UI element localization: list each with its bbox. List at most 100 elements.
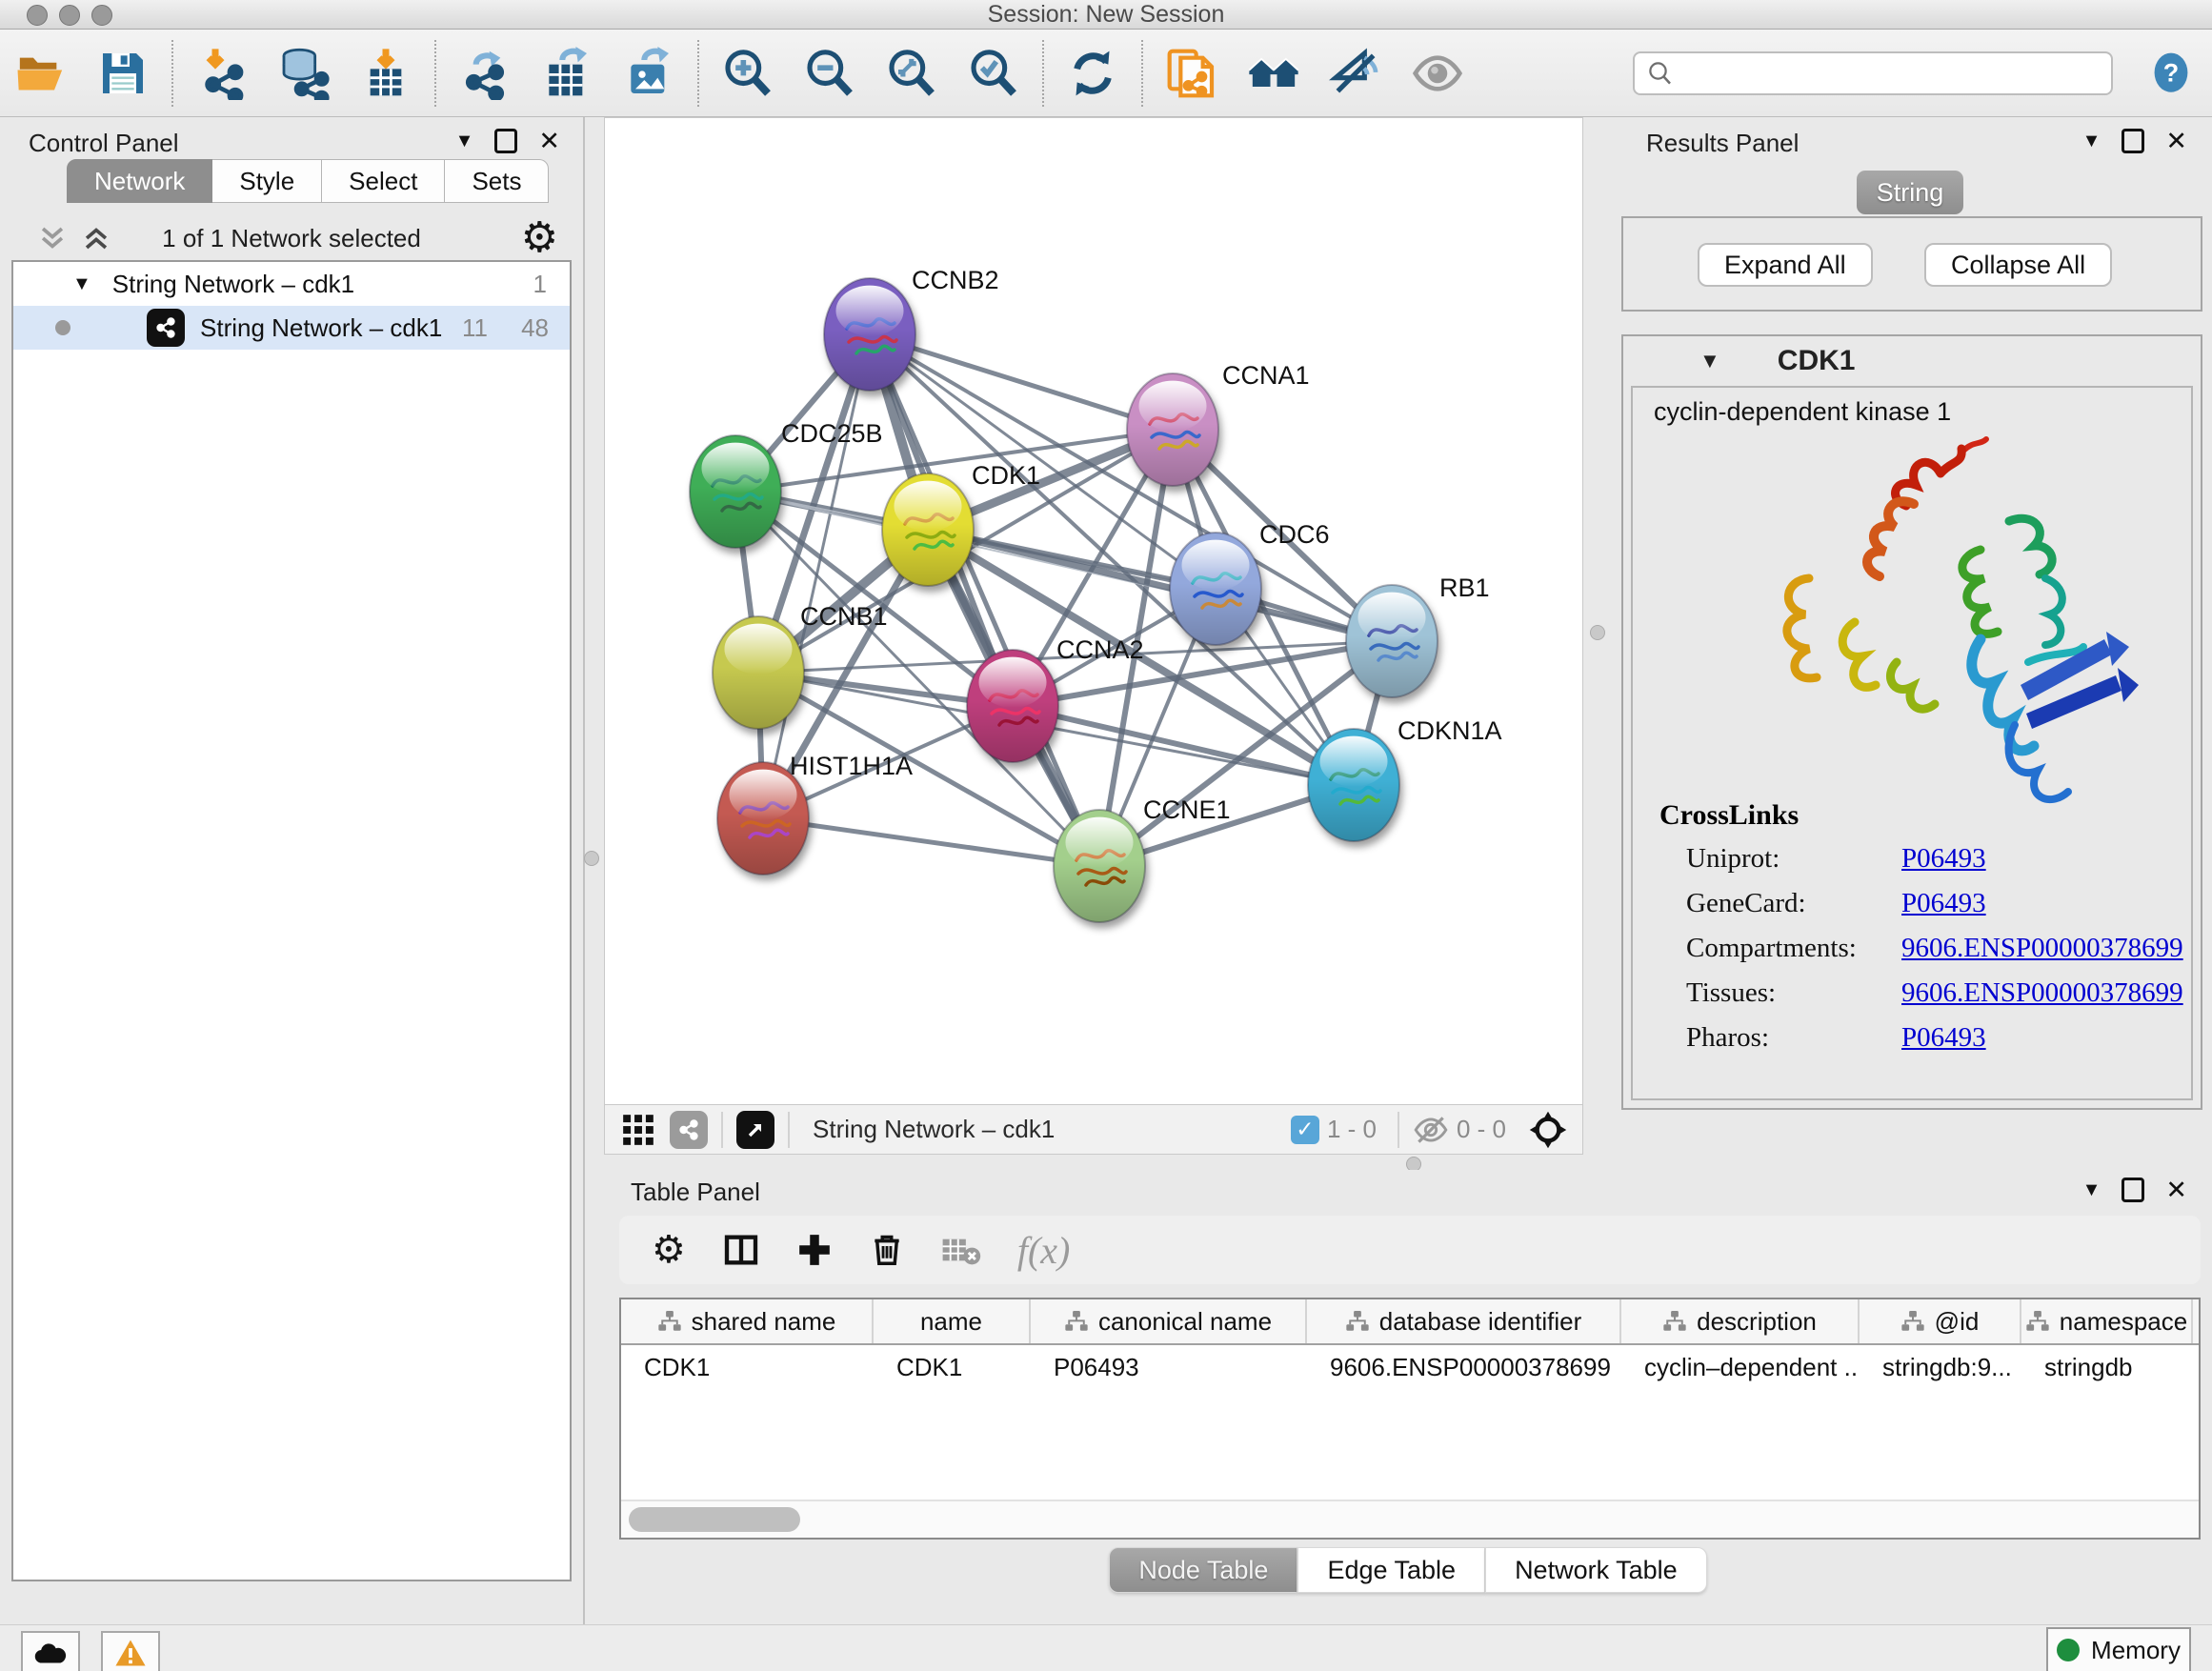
network-collection-row[interactable]: ▼ String Network – cdk1 1 [13,262,570,306]
column-header-canonical-name[interactable]: canonical name [1031,1299,1307,1343]
zoom-fit-button[interactable] [871,35,953,111]
network-canvas[interactable]: CCNB2CCNA1CDC25BCDK1CDC6RB1CCNB1CCNA2CDK… [604,117,1583,1105]
import-table-button[interactable] [345,35,427,111]
network-graph[interactable]: CCNB2CCNA1CDC25BCDK1CDC6RB1CCNB1CCNA2CDK… [605,118,1582,1104]
scrollbar-thumb[interactable] [629,1507,800,1532]
table-cell[interactable]: stringdb:9... [1860,1345,2021,1389]
network-row-selected[interactable]: String Network – cdk1 11 48 [13,306,570,350]
network-node-ccnb2[interactable] [824,278,915,391]
apply-style-refresh-button[interactable] [1052,35,1134,111]
network-options-gear-icon[interactable]: ⚙ [521,217,558,259]
export-table-button[interactable] [526,35,608,111]
tab-node-table[interactable]: Node Table [1109,1547,1297,1593]
network-node-cdkn1a[interactable] [1308,729,1399,841]
delete-column-icon[interactable] [869,1232,905,1268]
table-panel-close-icon[interactable]: ✕ [2165,1180,2187,1199]
memory-button[interactable]: Memory [2046,1627,2191,1671]
table-panel-float-icon[interactable] [2122,1178,2144,1202]
table-cell[interactable]: CDK1 [621,1345,874,1389]
table-row[interactable]: CDK1CDK1P064939606.ENSP00000378699cyclin… [621,1345,2199,1389]
string-home-button[interactable] [1233,35,1315,111]
open-session-button[interactable] [0,35,82,111]
table-panel-menu-icon[interactable]: ▼ [2082,1179,2101,1201]
crosshair-icon[interactable] [1527,1109,1569,1151]
network-node-ccna1[interactable] [1127,373,1218,486]
column-header-shared-name[interactable]: shared name [621,1299,874,1343]
right-splitter-handle[interactable] [1590,625,1605,640]
control-panel-close-icon[interactable]: ✕ [538,131,560,151]
network-view-mode-icon[interactable] [670,1111,708,1149]
table-cell[interactable]: cyclin–dependent ... [1621,1345,1860,1389]
tab-style[interactable]: Style [212,159,322,203]
network-node-cdc6[interactable] [1170,533,1261,645]
results-panel-menu-icon[interactable]: ▼ [2082,131,2101,152]
crosslink-value-link[interactable]: P06493 [1901,1022,1986,1054]
column-header-name[interactable]: name [874,1299,1031,1343]
network-edge[interactable] [870,334,1173,430]
results-panel-float-icon[interactable] [2122,129,2144,153]
tab-network-table[interactable]: Network Table [1485,1547,1707,1593]
column-header--id[interactable]: @id [1860,1299,2021,1343]
table-options-gear-icon[interactable]: ⚙ [652,1229,686,1271]
crosslink-value-link[interactable]: 9606.ENSP00000378699 [1901,977,2183,1009]
network-edge[interactable] [1013,706,1354,785]
zoom-in-button[interactable] [707,35,789,111]
string-import-button[interactable] [1151,35,1233,111]
expand-all-button[interactable]: Expand All [1698,243,1873,287]
table-cell[interactable]: 9606.ENSP00000378699 [1307,1345,1621,1389]
control-panel-menu-icon[interactable]: ▼ [455,131,474,152]
selected-checkbox-icon[interactable]: ✓ [1291,1116,1319,1144]
help-button[interactable]: ? [2147,44,2195,103]
warnings-button[interactable] [101,1631,160,1671]
show-columns-icon[interactable] [722,1231,760,1269]
tab-string[interactable]: String [1857,171,1963,214]
node-table[interactable]: shared namenamecanonical namedatabase id… [619,1298,2201,1540]
network-node-rb1[interactable] [1346,585,1438,697]
crosslink-value-link[interactable]: P06493 [1901,888,1986,919]
search-box[interactable] [1633,51,2113,95]
function-builder-icon[interactable]: f(x) [1017,1228,1071,1273]
network-node-ccnb1[interactable] [713,616,804,729]
table-cell[interactable]: CDK1 [874,1345,1031,1389]
tab-sets[interactable]: Sets [445,159,549,203]
hide-unselected-button[interactable] [1315,35,1397,111]
tab-network[interactable]: Network [67,159,212,203]
network-edge[interactable] [870,334,1099,866]
crosslink-value-link[interactable]: 9606.ENSP00000378699 [1901,933,2183,964]
add-column-icon[interactable] [796,1232,833,1268]
grid-mode-icon[interactable] [620,1112,656,1148]
birds-eye-view-icon[interactable] [736,1111,774,1149]
network-edge[interactable] [763,818,1099,866]
save-session-button[interactable] [82,35,164,111]
search-input[interactable] [1682,56,2111,91]
column-header-description[interactable]: description [1621,1299,1860,1343]
column-header-namespace[interactable]: namespace [2021,1299,2193,1343]
show-all-button[interactable] [1397,35,1478,111]
network-node-cdc25b[interactable] [690,435,781,548]
gene-caret-icon[interactable]: ▼ [1699,349,1720,373]
delete-table-icon[interactable] [941,1230,981,1270]
import-network-from-database-button[interactable] [263,35,345,111]
column-header-database-identifier[interactable]: database identifier [1307,1299,1621,1343]
left-splitter-handle[interactable] [584,851,599,866]
export-image-button[interactable] [608,35,690,111]
network-node-ccna2[interactable] [967,650,1058,762]
import-network-button[interactable] [181,35,263,111]
table-cell[interactable]: stringdb [2021,1345,2193,1389]
tab-edge-table[interactable]: Edge Table [1297,1547,1485,1593]
export-network-button[interactable] [444,35,526,111]
network-node-ccne1[interactable] [1054,810,1145,922]
network-node-cdk1[interactable] [882,473,974,586]
results-panel-close-icon[interactable]: ✕ [2165,131,2187,151]
crosslink-value-link[interactable]: P06493 [1901,843,1986,875]
zoom-selected-button[interactable] [953,35,1035,111]
gene-entry-header[interactable]: ▼ CDK1 [1623,336,2201,386]
cloud-status-button[interactable] [21,1631,80,1671]
zoom-out-button[interactable] [789,35,871,111]
collection-caret-icon[interactable]: ▼ [72,273,91,295]
collapse-all-button[interactable]: Collapse All [1924,243,2112,287]
table-cell[interactable]: P06493 [1031,1345,1307,1389]
table-horizontal-scrollbar[interactable] [621,1500,2199,1538]
control-panel-float-icon[interactable] [494,129,517,153]
tab-select[interactable]: Select [322,159,445,203]
